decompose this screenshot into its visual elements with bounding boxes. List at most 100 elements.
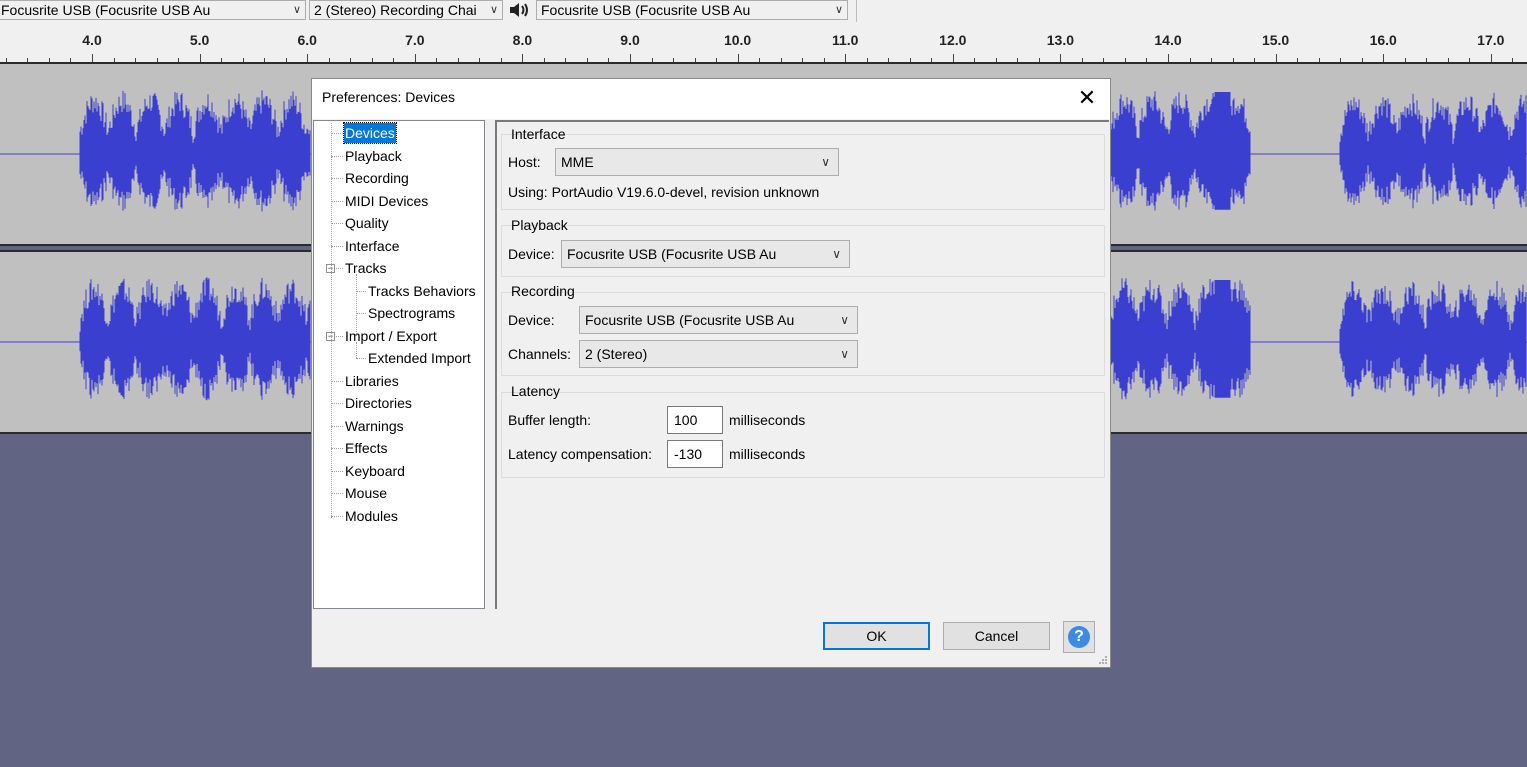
tree-item-midi-devices[interactable]: MIDI Devices: [344, 191, 429, 211]
tree-item-spectrograms[interactable]: Spectrograms: [367, 303, 456, 323]
dialog-titlebar[interactable]: Preferences: Devices ✕: [312, 79, 1110, 119]
tree-item-keyboard[interactable]: Keyboard: [344, 461, 406, 481]
tree-item-effects[interactable]: Effects: [344, 438, 389, 458]
ruler-tick: [307, 54, 308, 62]
playback-device-label: Device:: [508, 246, 555, 262]
help-icon: ?: [1068, 626, 1090, 648]
tree-item-tracks[interactable]: Tracks: [344, 258, 387, 278]
tree-connector: [331, 425, 343, 427]
recording-device-dropdown[interactable]: Focusrite USB (Focusrite USB Au ∨: [579, 306, 858, 334]
tree-connector: [331, 223, 343, 224]
recording-device-dropdown-value: Focusrite USB (Focusrite USB Au: [585, 312, 795, 328]
tree-item-recording[interactable]: Recording: [344, 168, 410, 188]
ruler-label: 7.0: [405, 32, 425, 48]
tree-item-warnings[interactable]: Warnings: [344, 416, 405, 436]
recording-channels-select[interactable]: 2 (Stereo) Recording Chai ∨: [309, 0, 503, 20]
ruler-label: 5.0: [189, 32, 210, 48]
recording-channels-value: 2 (Stereo) Recording Chai: [314, 2, 477, 18]
tree-connector: [331, 448, 343, 449]
playback-device-dropdown-value: Focusrite USB (Focusrite USB Au: [567, 246, 777, 262]
playback-group-title: Playback: [511, 217, 568, 233]
device-toolbar: Focusrite USB (Focusrite USB Au ∨ 2 (Ste…: [0, 0, 1527, 23]
tree-item-interface[interactable]: Interface: [344, 236, 400, 256]
tree-item-directories[interactable]: Directories: [344, 393, 413, 413]
ruler-label: 8.0: [512, 32, 533, 48]
ok-button[interactable]: OK: [823, 622, 930, 650]
ruler-label: 6.0: [297, 32, 317, 48]
tree-item-extended-import[interactable]: Extended Import: [367, 348, 472, 368]
tree-connector: [331, 403, 343, 404]
latency-group-title: Latency: [511, 383, 561, 399]
chevron-down-icon: ∨: [489, 4, 498, 16]
ruler-label: 9.0: [620, 32, 640, 48]
playback-device-select[interactable]: Focusrite USB (Focusrite USB Au ∨: [536, 0, 848, 20]
host-label: Host:: [508, 154, 541, 170]
chevron-down-icon: ∨: [834, 4, 843, 16]
cancel-button[interactable]: Cancel: [943, 622, 1050, 650]
channels-label: Channels:: [508, 346, 572, 362]
channels-dropdown[interactable]: 2 (Stereo) ∨: [579, 340, 858, 368]
playback-device-value: Focusrite USB (Focusrite USB Au: [541, 2, 751, 18]
tree-connector: [356, 290, 366, 292]
tree-connector: [356, 313, 366, 314]
latency-group: [501, 392, 1105, 478]
host-value: MME: [561, 154, 594, 170]
ruler-label: 12.0: [939, 32, 967, 48]
interface-group-title: Interface: [511, 126, 566, 142]
latency-compensation-input[interactable]: -130: [667, 440, 723, 468]
tree-branch-line: [356, 341, 357, 358]
help-button[interactable]: ?: [1063, 621, 1095, 653]
chevron-down-icon: ∨: [821, 155, 830, 169]
tree-item-tracks-behaviors[interactable]: Tracks Behaviors: [367, 281, 477, 301]
latency-compensation-unit: milliseconds: [729, 446, 806, 462]
ruler-label: 10.0: [723, 32, 752, 48]
tree-item-playback[interactable]: Playback: [344, 146, 403, 166]
tree-trunk-line: [331, 123, 332, 518]
recording-device-select[interactable]: Focusrite USB (Focusrite USB Au ∨: [0, 0, 306, 20]
ruler-label: 17.0: [1477, 32, 1505, 48]
tree-connector: [331, 515, 343, 517]
tree-connector: [331, 178, 343, 179]
tree-item-quality[interactable]: Quality: [344, 213, 390, 233]
ruler-label: 14.0: [1154, 32, 1182, 48]
preferences-tree[interactable]: Devices Playback Recording MIDI Devices Qual…: [313, 120, 485, 609]
ruler-tick: [522, 54, 523, 62]
chevron-down-icon: ∨: [832, 247, 841, 261]
recording-device-value: Focusrite USB (Focusrite USB Au: [1, 2, 211, 18]
devices-panel: Interface Host: MME ∨ Using: PortAudio V…: [495, 120, 1109, 609]
buffer-length-unit: milliseconds: [729, 412, 806, 428]
ruler-label: 16.0: [1369, 32, 1397, 48]
ruler-tick: [845, 54, 846, 62]
ruler-tick: [1168, 54, 1169, 62]
ruler-label: 13.0: [1046, 32, 1075, 48]
ruler-tick: [1276, 54, 1277, 62]
preferences-dialog: Preferences: Devices ✕ Devices Playback Re…: [311, 78, 1111, 668]
tree-branch-line: [356, 274, 357, 336]
resize-grip-icon[interactable]: [1098, 655, 1108, 665]
ruler-tick: [953, 54, 954, 62]
host-select[interactable]: MME ∨: [555, 148, 839, 176]
channels-value: 2 (Stereo): [585, 346, 648, 362]
tree-connector: [331, 493, 343, 494]
close-icon[interactable]: ✕: [1074, 85, 1100, 111]
timeline-ruler[interactable]: 4.0 5.0 6.0 7.0 8.0 9.0 10.0 11.0 12.0 13.0 14.0 15…: [0, 22, 1527, 63]
tree-connector: [331, 155, 343, 157]
ruler-tick: [738, 54, 739, 62]
recording-group-title: Recording: [511, 283, 575, 299]
chevron-down-icon: ∨: [840, 347, 849, 361]
tree-item-mouse[interactable]: Mouse: [344, 483, 388, 503]
tree-item-import-export[interactable]: Import / Export: [344, 326, 438, 346]
tree-item-modules[interactable]: Modules: [344, 506, 399, 526]
buffer-length-input[interactable]: 100: [667, 406, 723, 434]
ruler-label: 15.0: [1261, 32, 1290, 48]
tree-connector: [331, 133, 343, 134]
speaker-icon[interactable]: [508, 0, 532, 20]
playback-device-dropdown[interactable]: Focusrite USB (Focusrite USB Au ∨: [561, 240, 850, 268]
ruler-tick: [200, 54, 201, 62]
tree-item-devices[interactable]: Devices: [343, 122, 397, 144]
ruler-tick: [1491, 54, 1492, 62]
chevron-down-icon: ∨: [292, 4, 301, 16]
tree-item-libraries[interactable]: Libraries: [344, 371, 400, 391]
toolbar-divider: [856, 0, 857, 22]
ruler-tick: [630, 54, 631, 62]
